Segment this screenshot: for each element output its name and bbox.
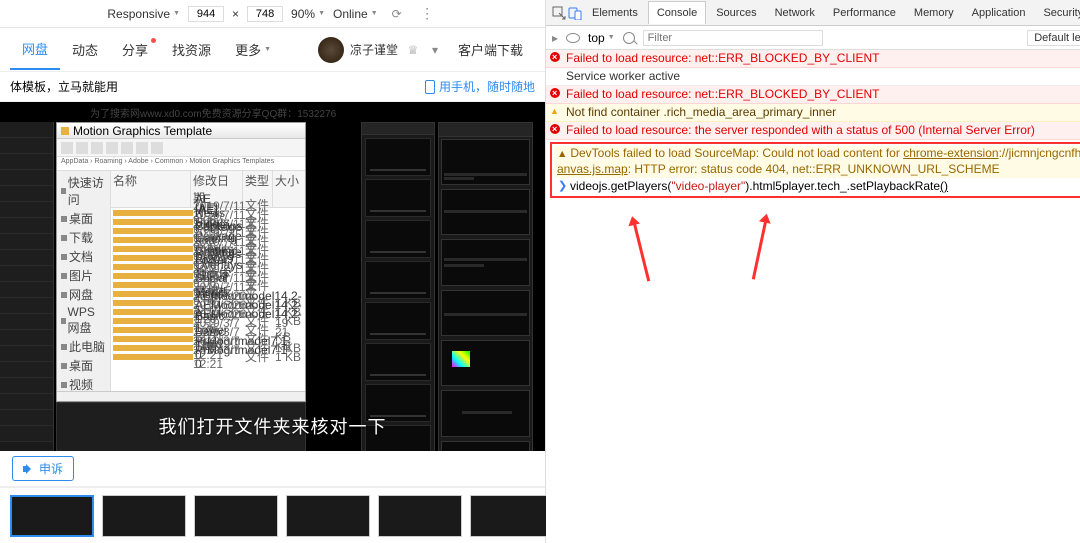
extension-link[interactable]: chrome-extension [903, 146, 998, 160]
explorer-list: 名称修改日期类型大小 AE News Package2019/7/11 9:06… [111, 171, 305, 391]
explorer-title: Motion Graphics Template [73, 124, 212, 138]
sidebar-item[interactable]: 视频 [59, 375, 108, 391]
tab-security[interactable]: Security [1035, 2, 1080, 24]
sidebar-item[interactable]: 图片 [59, 266, 108, 285]
sub-left-text: 体模板，立马就能用 [10, 78, 118, 95]
timeline-panel [0, 122, 54, 451]
explorer-titlebar[interactable]: Motion Graphics Template [57, 123, 305, 139]
filter-input[interactable] [643, 30, 823, 46]
explorer-path[interactable]: AppData › Roaming › Adobe › Common › Mot… [57, 157, 305, 171]
inspect-icon[interactable] [552, 6, 566, 20]
nav-wangpan[interactable]: 网盘 [10, 29, 60, 70]
console-log-info[interactable]: Service worker active [546, 68, 1080, 86]
feedback-button[interactable]: 申诉 [12, 456, 74, 481]
map-link[interactable]: anvas.js.map [557, 162, 628, 176]
download-client[interactable]: 客户端下载 [446, 30, 535, 69]
folder-icon [61, 127, 69, 135]
nav-more[interactable]: 更多 [223, 30, 283, 69]
essential-graphics-panel [361, 122, 435, 451]
explorer-toolbar [57, 139, 305, 157]
annotation-arrow [633, 223, 650, 282]
video-thumb[interactable] [102, 495, 186, 537]
sidebar-item[interactable]: 下载 [59, 228, 108, 247]
device-mode-select[interactable]: Responsive [107, 7, 180, 21]
thumbnail-bar [0, 487, 545, 543]
console-log-err[interactable]: Failed to load resource: the server resp… [546, 122, 1080, 140]
tab-sources[interactable]: Sources [708, 2, 764, 24]
file-explorer-window: Motion Graphics Template AppData › Roami… [56, 122, 306, 402]
tab-elements[interactable]: Elements [584, 2, 646, 24]
username[interactable]: 凉子谨堂 [350, 41, 398, 58]
nav-find[interactable]: 找资源 [160, 30, 223, 69]
sidebar-item[interactable]: 桌面 [59, 209, 108, 228]
tab-console[interactable]: Console [648, 1, 706, 24]
console-input-echo: videojs.getPlayers("video-player").html5… [554, 178, 1080, 194]
tab-network[interactable]: Network [767, 2, 823, 24]
sidebar-item[interactable]: 文档 [59, 247, 108, 266]
levels-select[interactable]: Default levels [1027, 30, 1080, 46]
video-thumb[interactable] [470, 495, 554, 537]
sidebar-item[interactable]: 桌面 [59, 356, 108, 375]
eye-icon[interactable] [566, 33, 580, 43]
explorer-statusbar [57, 391, 305, 401]
filter-icon[interactable] [623, 32, 635, 44]
explorer-sidebar: 快速访问桌面下载文档图片网盘WPS网盘此电脑桌面视频图片文档下载音乐Window… [57, 171, 111, 391]
zoom-select[interactable]: 90% [291, 7, 325, 21]
sidebar-toggle-icon[interactable]: ▸ [552, 31, 558, 45]
console-log-warn[interactable]: Not find container .rich_media_area_prim… [546, 104, 1080, 122]
sidebar-item[interactable]: WPS网盘 [59, 304, 108, 337]
tab-memory[interactable]: Memory [906, 2, 962, 24]
console-log-err[interactable]: Failed to load resource: net::ERR_BLOCKE… [546, 86, 1080, 104]
sub-bar: 体模板，立马就能用 用手机，随时随地 [0, 72, 545, 102]
tab-application[interactable]: Application [964, 2, 1034, 24]
video-watermark: 为了搜索网www.xd0.com免费资源分享QQ群：1532276 [90, 105, 336, 120]
rotate-icon[interactable]: ⟳ [386, 3, 408, 25]
devtools-tabs: Elements Console Sources Network Perform… [546, 0, 1080, 26]
megaphone-icon [23, 464, 35, 474]
dim-separator: × [232, 7, 239, 21]
more-icon[interactable]: ⋮ [416, 3, 438, 25]
video-player[interactable]: 为了搜索网www.xd0.com免费资源分享QQ群：1532276 Motion… [0, 102, 545, 451]
tab-performance[interactable]: Performance [825, 2, 904, 24]
mobile-link[interactable]: 用手机，随时随地 [425, 78, 535, 95]
context-select[interactable]: top [588, 31, 615, 45]
sidebar-item[interactable]: 网盘 [59, 285, 108, 304]
list-item[interactable]: PrMogrtmodel7.1-02019/3/7 12:21文件1 KB [111, 352, 305, 361]
sourcemap-warning: ▲ DevTools failed to load SourceMap: Cou… [554, 146, 1080, 162]
phone-icon [425, 80, 435, 94]
console-filter-bar: ▸ top Default levels [546, 26, 1080, 50]
chevron-down-icon[interactable]: ▾ [424, 39, 446, 61]
device-toolbar: Responsive × 90% Online ⟳ ⋮ [0, 0, 545, 28]
webpage-pane: Responsive × 90% Online ⟳ ⋮ 网盘 动态 分享 找资源… [0, 0, 546, 543]
height-input[interactable] [247, 6, 283, 22]
annotation-arrow [752, 220, 767, 279]
throttle-select[interactable]: Online [333, 7, 378, 21]
preview-panel [438, 122, 533, 451]
site-nav: 网盘 动态 分享 找资源 更多 凉子谨堂 ♕ ▾ 客户端下载 [0, 28, 545, 72]
sourcemap-warning-2: anvas.js.map: HTTP error: status code 40… [554, 162, 1080, 178]
nav-share[interactable]: 分享 [110, 30, 160, 69]
highlighted-region: ▲ DevTools failed to load SourceMap: Cou… [550, 142, 1080, 198]
sidebar-item[interactable]: 快速访问 [59, 173, 108, 209]
video-subtitle: 我们打开文件夹来核对一下 [159, 413, 387, 439]
avatar[interactable] [318, 37, 344, 63]
width-input[interactable] [188, 6, 224, 22]
console-output[interactable]: Failed to load resource: net::ERR_BLOCKE… [546, 50, 1080, 543]
sidebar-item[interactable]: 此电脑 [59, 337, 108, 356]
video-thumb[interactable] [194, 495, 278, 537]
video-thumb[interactable] [286, 495, 370, 537]
device-icon[interactable] [568, 6, 582, 20]
feedback-bar: 申诉 [0, 451, 545, 487]
nav-dongtai[interactable]: 动态 [60, 30, 110, 69]
console-log-err[interactable]: Failed to load resource: net::ERR_BLOCKE… [546, 50, 1080, 68]
video-thumb[interactable] [10, 495, 94, 537]
devtools-pane: Elements Console Sources Network Perform… [546, 0, 1080, 543]
video-thumb[interactable] [378, 495, 462, 537]
vip-icon[interactable]: ♕ [402, 39, 424, 61]
